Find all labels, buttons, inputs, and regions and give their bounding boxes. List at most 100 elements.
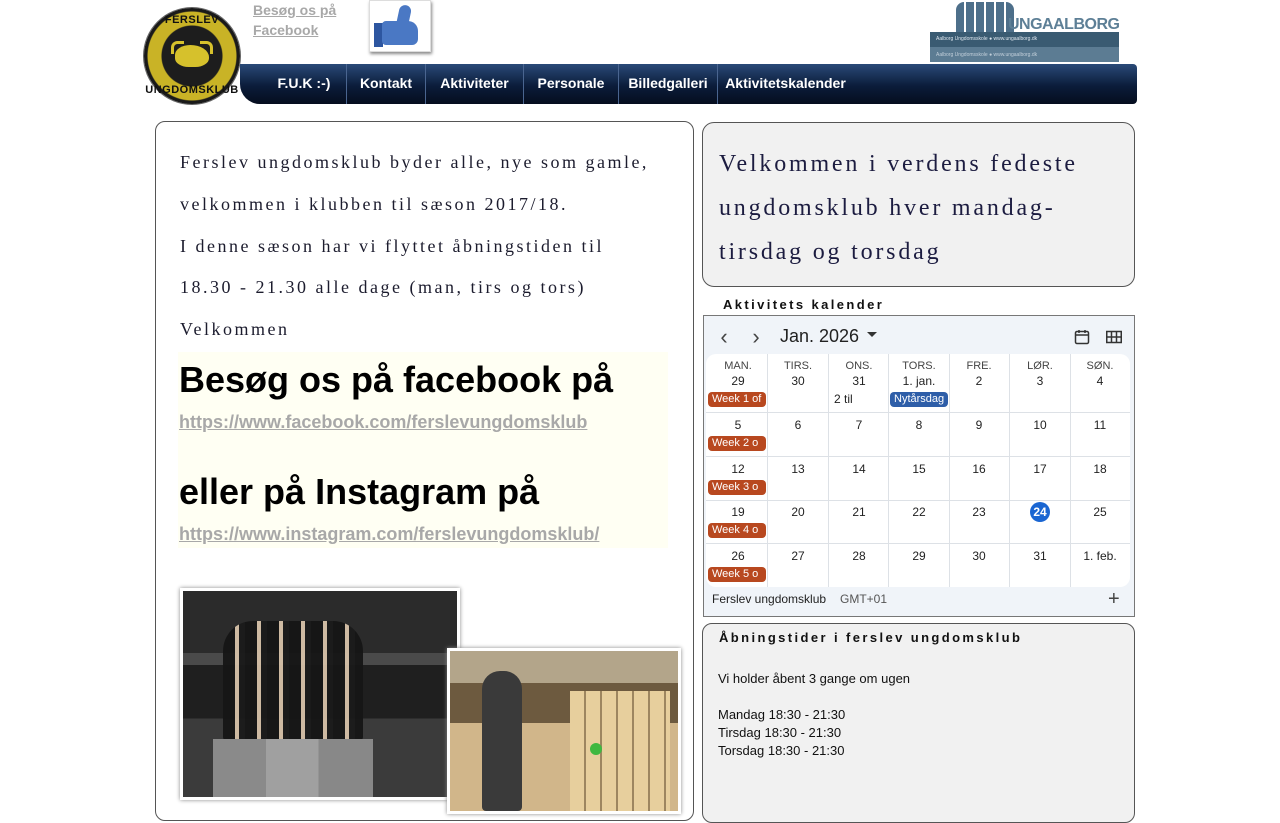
caret-down-icon[interactable]: [867, 332, 877, 337]
club-logo[interactable]: FERSLEV UNGDOMSKLUB: [144, 8, 240, 104]
day-cell[interactable]: 7: [829, 418, 889, 432]
ungaalborg-subline-2: Aalborg Ungdomsskole ● www.ungaalborg.dk: [936, 52, 1038, 58]
weekday-fri: FRE.: [966, 360, 992, 372]
hours-monday: Mandag 18:30 - 21:30: [718, 707, 846, 722]
day-cell[interactable]: 31: [1010, 549, 1070, 563]
opening-hours-box: [702, 623, 1135, 823]
facebook-url-link[interactable]: https://www.facebook.com/ferslevungdomsk…: [179, 412, 587, 433]
weekday-sun: SØN.: [1086, 360, 1114, 372]
day-cell[interactable]: 23: [949, 505, 1009, 519]
nav-item-fuk[interactable]: F.U.K :-): [262, 64, 347, 104]
day-cell[interactable]: 18: [1070, 462, 1130, 476]
grid-view-icon[interactable]: [1106, 329, 1122, 345]
chevron-left-icon[interactable]: ‹: [714, 326, 734, 349]
facebook-link[interactable]: Besøg os på Facebook: [253, 0, 363, 40]
day-cell[interactable]: 3: [1010, 374, 1070, 388]
facebook-like-icon[interactable]: [369, 0, 431, 52]
day-cell[interactable]: 16: [949, 462, 1009, 476]
day-cell[interactable]: 4: [1070, 374, 1130, 388]
day-cell[interactable]: 30: [768, 374, 828, 388]
day-cell[interactable]: 21: [829, 505, 889, 519]
day-cell[interactable]: 27: [768, 549, 828, 563]
bowling-photo[interactable]: [447, 648, 681, 814]
weekday-sat: LØR.: [1027, 360, 1053, 372]
intro-line-5: Velkommen: [180, 319, 290, 339]
podium: [213, 739, 373, 797]
logo-text-bottom: UNGDOMSKLUB: [145, 84, 239, 96]
calendar-timezone: GMT+01: [840, 592, 888, 606]
nav-item-aktiviteter[interactable]: Aktiviteter: [426, 64, 524, 104]
nav-item-kontakt[interactable]: Kontakt: [346, 64, 426, 104]
day-cell[interactable]: 29: [889, 549, 949, 563]
weekday-tue: TIRS.: [783, 360, 813, 372]
hours-intro: Vi holder åbent 3 gange om ugen: [718, 671, 911, 686]
day-cell[interactable]: 1. jan.: [889, 374, 949, 388]
chevron-right-icon[interactable]: ›: [746, 326, 766, 349]
day-cell[interactable]: 13: [768, 462, 828, 476]
day-cell[interactable]: 20: [768, 505, 828, 519]
week-event-5[interactable]: Week 5 o: [708, 567, 766, 582]
nav-item-personale[interactable]: Personale: [524, 64, 619, 104]
grid-line: [706, 456, 1130, 457]
day-cell[interactable]: 17: [1010, 462, 1070, 476]
day-cell[interactable]: 5: [708, 418, 768, 432]
calendar-month[interactable]: Jan. 2026: [780, 326, 859, 347]
day-cell[interactable]: 14: [829, 462, 889, 476]
opening-hours-title: Åbningstider i ferslev ungdomsklub: [719, 630, 1023, 645]
day-cell[interactable]: 22: [889, 505, 949, 519]
day-cell[interactable]: 12: [708, 462, 768, 476]
day-cell[interactable]: 19: [708, 505, 768, 519]
day-cell[interactable]: 25: [1070, 505, 1130, 519]
instagram-heading: eller på Instagram på: [179, 471, 540, 512]
hours-tuesday: Tirsdag 18:30 - 21:30: [718, 725, 842, 740]
week-event-2[interactable]: Week 2 o: [708, 436, 766, 451]
week-event-1[interactable]: Week 1 of: [708, 392, 766, 407]
day-cell[interactable]: 29: [708, 374, 768, 388]
day-cell[interactable]: 11: [1070, 418, 1130, 432]
day-cell[interactable]: 6: [768, 418, 828, 432]
more-events-link[interactable]: 2 til: [834, 392, 853, 406]
day-cell[interactable]: 28: [829, 549, 889, 563]
hours-thursday: Torsdag 18:30 - 21:30: [718, 743, 845, 758]
bowling-ball: [590, 743, 602, 755]
day-cell[interactable]: 8: [889, 418, 949, 432]
karting-photo[interactable]: [180, 588, 460, 800]
weekday-mon: MAN.: [724, 360, 752, 372]
main-nav: F.U.K :-) Kontakt Aktiviteter Personale …: [240, 64, 1137, 104]
bull-icon: [171, 41, 213, 67]
ungaalborg-brand: UNGAALBORG: [1008, 16, 1120, 33]
ungaalborg-banner[interactable]: UNGAALBORG Aalborg Ungdomsskole ● www.un…: [930, 0, 1120, 62]
week-event-3[interactable]: Week 3 o: [708, 480, 766, 495]
nav-item-billedgalleri[interactable]: Billedgalleri: [619, 64, 718, 104]
calendar-icon[interactable]: [1074, 329, 1090, 345]
grid-line: [706, 412, 1130, 413]
instagram-url-link[interactable]: https://www.instagram.com/ferslevungdoms…: [179, 524, 599, 545]
facebook-heading: Besøg os på facebook på: [179, 359, 614, 400]
intro-line-2: velkommen i klubben til sæson 2017/18.: [180, 194, 568, 214]
bowling-person: [482, 671, 522, 811]
welcome-line-2: ungdomsklub hver mandag-: [719, 195, 1056, 221]
calendar-owner: Ferslev ungdomsklub: [712, 592, 827, 606]
welcome-line-1: Velkommen i verdens fedeste: [719, 151, 1078, 177]
day-cell[interactable]: 26: [708, 549, 768, 563]
people-silhouette-icon: [956, 2, 1014, 32]
weekday-thu: TORS.: [902, 360, 936, 372]
calendar-label: Aktivitets kalender: [723, 297, 885, 312]
week-event-4[interactable]: Week 4 o: [708, 523, 766, 538]
day-cell[interactable]: 31: [829, 374, 889, 388]
add-calendar-icon[interactable]: +: [1108, 589, 1120, 609]
nav-item-aktivitetskalender[interactable]: Aktivitetskalender: [718, 64, 853, 104]
grid-line: [706, 543, 1130, 544]
day-cell[interactable]: 10: [1010, 418, 1070, 432]
today-marker[interactable]: 24: [1030, 502, 1050, 522]
group-people: [223, 621, 363, 741]
intro-line-1: Ferslev ungdomsklub byder alle, nye som …: [180, 152, 649, 172]
intro-line-3: I denne sæson har vi flyttet åbningstide…: [180, 236, 604, 256]
day-cell[interactable]: 9: [949, 418, 1009, 432]
holiday-event[interactable]: Nytårsdag: [890, 392, 948, 407]
day-cell[interactable]: 1. feb.: [1070, 549, 1130, 563]
day-cell[interactable]: 2: [949, 374, 1009, 388]
day-cell[interactable]: 15: [889, 462, 949, 476]
intro-line-4: 18.30 - 21.30 alle dage (man, tirs og to…: [180, 277, 586, 297]
day-cell[interactable]: 30: [949, 549, 1009, 563]
